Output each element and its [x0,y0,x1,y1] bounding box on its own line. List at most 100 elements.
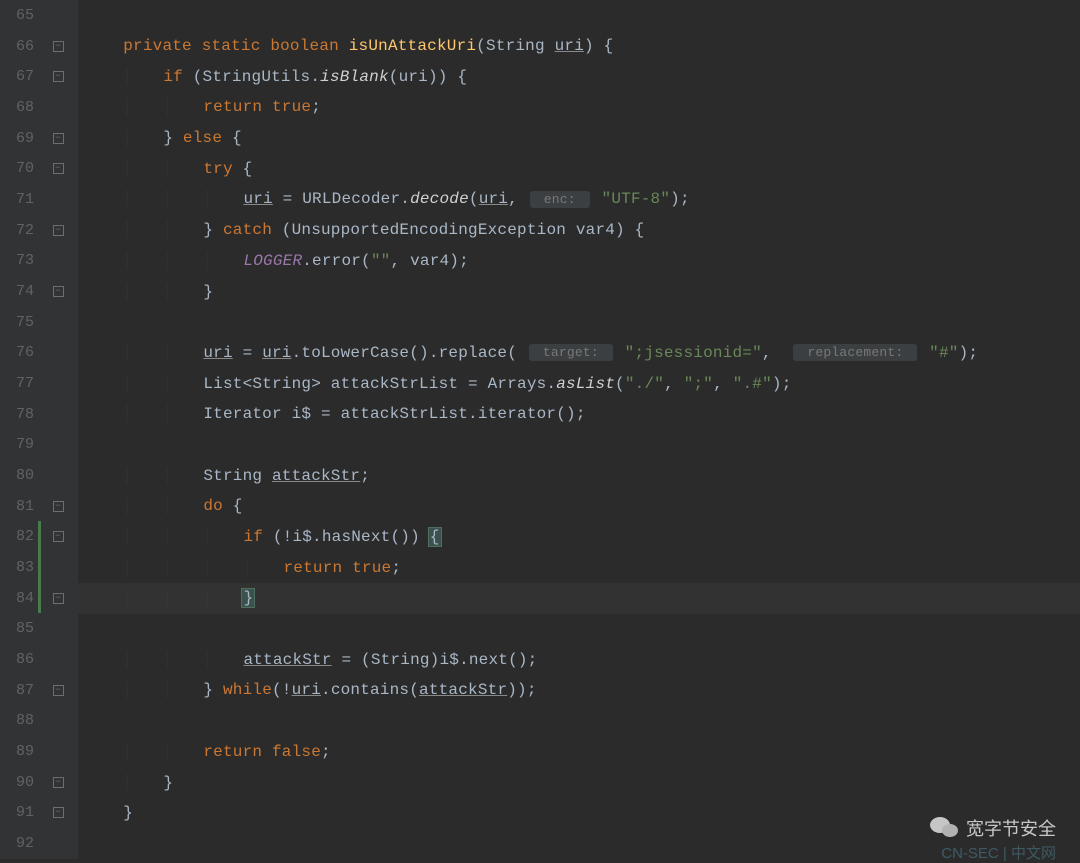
fold-region[interactable]: − [38,123,78,154]
code-line[interactable]: │ │ List<String> attackStrList = Arrays.… [78,368,1080,399]
code-token: ); [772,375,792,393]
fold-collapse-icon[interactable]: − [53,531,64,542]
fold-region[interactable] [38,429,78,460]
fold-region[interactable]: − [38,31,78,62]
fold-region[interactable] [38,0,78,31]
parameter-hint: enc: [530,191,590,208]
code-token: │ │ } [84,681,223,699]
code-line[interactable] [78,614,1080,645]
code-token: try [203,160,232,178]
fold-region[interactable]: − [38,583,78,614]
code-line[interactable]: │ │ uri = uri.toLowerCase().replace( tar… [78,338,1080,369]
fold-region[interactable]: − [38,675,78,706]
code-line[interactable]: │ │ │ if (!i$.hasNext()) { [78,522,1080,553]
code-line[interactable] [78,307,1080,338]
fold-region[interactable] [38,828,78,859]
code-token: isBlank [320,68,389,86]
fold-region[interactable]: − [38,215,78,246]
code-line[interactable]: │ } [78,767,1080,798]
fold-region[interactable]: − [38,767,78,798]
code-line[interactable]: │ │ } catch (UnsupportedEncodingExceptio… [78,215,1080,246]
fold-region[interactable] [38,245,78,276]
code-area[interactable]: private static boolean isUnAttackUri(Str… [78,0,1080,859]
code-token [192,37,202,55]
code-token: "UTF-8" [602,190,671,208]
code-token [339,37,349,55]
code-line[interactable]: │ │ │ │ return true; [78,552,1080,583]
code-line[interactable] [78,706,1080,737]
fold-region[interactable] [38,736,78,767]
fold-collapse-icon[interactable]: − [53,163,64,174]
fold-region[interactable]: − [38,797,78,828]
line-number: 77 [0,375,38,392]
code-line[interactable]: │ │ } [78,276,1080,307]
gutter-row: 69− [0,123,78,154]
fold-region[interactable] [38,613,78,644]
line-number: 72 [0,222,38,239]
code-line[interactable]: │ │ Iterator i$ = attackStrList.iterator… [78,399,1080,430]
code-token: } [84,804,133,822]
code-line[interactable]: │ │ do { [78,491,1080,522]
fold-region[interactable] [38,552,78,583]
gutter-row: 78 [0,399,78,430]
fold-region[interactable]: − [38,61,78,92]
fold-collapse-icon[interactable]: − [53,133,64,144]
fold-region[interactable] [38,337,78,368]
fold-region[interactable]: − [38,153,78,184]
code-token: if [243,528,263,546]
fold-region[interactable] [38,368,78,399]
fold-collapse-icon[interactable]: − [53,41,64,52]
line-number: 68 [0,99,38,116]
fold-collapse-icon[interactable]: − [53,286,64,297]
fold-region[interactable] [38,705,78,736]
fold-collapse-icon[interactable]: − [53,807,64,818]
code-token: │ │ │ [84,651,243,669]
code-token: │ │ │ │ [84,559,284,577]
code-line[interactable]: │ │ │ LOGGER.error("", var4); [78,246,1080,277]
code-token: │ │ [84,497,203,515]
code-line[interactable] [78,0,1080,31]
fold-region[interactable] [38,644,78,675]
fold-region[interactable] [38,307,78,338]
line-number: 88 [0,712,38,729]
line-number: 67 [0,68,38,85]
fold-collapse-icon[interactable]: − [53,71,64,82]
code-line[interactable]: │ if (StringUtils.isBlank(uri)) { [78,61,1080,92]
code-token: ); [959,344,979,362]
code-line[interactable]: │ │ │ } [78,583,1080,614]
code-editor[interactable]: 6566−67−6869−70−7172−7374−75767778798081… [0,0,1080,859]
code-line[interactable]: │ │ } while(!uri.contains(attackStr)); [78,675,1080,706]
code-line[interactable]: │ } else { [78,123,1080,154]
code-token: , var4); [390,252,468,270]
fold-region[interactable]: − [38,491,78,522]
code-line[interactable]: │ │ try { [78,153,1080,184]
line-number: 65 [0,7,38,24]
code-token: if [163,68,183,86]
code-token: asList [556,375,615,393]
code-line[interactable]: │ │ │ attackStr = (String)i$.next(); [78,644,1080,675]
code-line[interactable]: │ │ return true; [78,92,1080,123]
gutter-row: 89 [0,736,78,767]
fold-region[interactable]: − [38,276,78,307]
code-line[interactable]: │ │ │ uri = URLDecoder.decode(uri, enc: … [78,184,1080,215]
code-token: │ │ [84,344,203,362]
fold-collapse-icon[interactable]: − [53,685,64,696]
code-token: (String [476,37,554,55]
fold-region[interactable] [38,460,78,491]
line-number: 71 [0,191,38,208]
fold-region[interactable]: − [38,521,78,552]
code-line[interactable]: │ │ String attackStr; [78,460,1080,491]
code-token: else [183,129,222,147]
code-line[interactable]: │ │ return false; [78,737,1080,768]
code-line[interactable]: private static boolean isUnAttackUri(Str… [78,31,1080,62]
fold-collapse-icon[interactable]: − [53,777,64,788]
fold-region[interactable] [38,184,78,215]
fold-region[interactable] [38,399,78,430]
fold-region[interactable] [38,92,78,123]
code-line[interactable] [78,430,1080,461]
code-token: ; [391,559,401,577]
code-token: return true [203,98,311,116]
fold-collapse-icon[interactable]: − [53,225,64,236]
fold-collapse-icon[interactable]: − [53,501,64,512]
fold-collapse-icon[interactable]: − [53,593,64,604]
